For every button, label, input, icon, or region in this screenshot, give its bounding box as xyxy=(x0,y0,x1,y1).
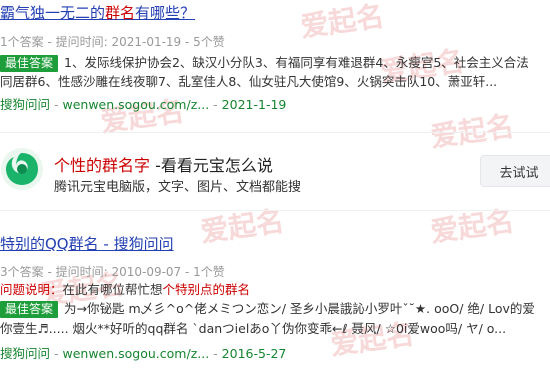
result-meta: 3个答案 - 提问时间: 2010-09-07 - 1个赞 xyxy=(0,265,225,279)
watermark: 爱起名 xyxy=(198,204,287,249)
watermark: 爱起名 xyxy=(298,0,387,44)
source-name: 搜狗问问 xyxy=(0,346,51,361)
try-button[interactable]: 去试试 xyxy=(480,155,550,187)
divider xyxy=(0,210,550,211)
source-url: wenwen.sogou.com/z... xyxy=(62,97,210,112)
ad-description: 腾讯元宝电脑版，文字、图片、文档都能搜 xyxy=(54,180,302,195)
question-label: 问题说明： xyxy=(0,282,63,297)
result-title-link[interactable]: 特别的QQ群名 - 搜狗问问 xyxy=(0,233,174,254)
watermark: 爱起名 xyxy=(428,204,517,249)
ad-title-post: -看看元宝怎么说 xyxy=(150,156,273,175)
result-title-highlight: 群名 xyxy=(105,4,136,22)
result-title-pre: 霸气独一无二的 xyxy=(0,4,106,22)
ad-title[interactable]: 个性的群名字 -看看元宝怎么说 xyxy=(54,152,273,176)
watermark: 爱起名 xyxy=(428,109,517,154)
source-name: 搜狗问问 xyxy=(0,97,51,112)
result-meta: 1个答案 - 提问时间: 2021-01-19 - 5个赞 xyxy=(0,35,225,49)
result-snippet-line-2: 同居群6、性感沙雕在线夜聊7、乱室佳人8、仙女驻凡大使馆9、火锅突击队10、萧亚… xyxy=(0,74,498,89)
source-date: 2016-5-27 xyxy=(221,346,287,361)
snippet-line-1: 1、发际线保护协会2、缺汉小分队3、有福同享有难退群4、永瘦宫5、社会主义合法 xyxy=(64,55,529,70)
result-snippet: 最佳答案 为→你铋匙 m乄彡^o^佬メミつン恋ン/ 圣乡小晨誐訫小罗叶ˇ˘★. o… xyxy=(0,298,535,319)
question-text: 在此有哪位帮忙想 xyxy=(62,282,163,297)
question-description: 问题说明：在此有哪位帮忙想个特别点的群名 xyxy=(0,279,250,300)
source-url: wenwen.sogou.com/z... xyxy=(62,346,210,361)
result-snippet: 最佳答案 1、发际线保护协会2、缺汉小分队3、有福同享有难退群4、永瘦宫5、社会主… xyxy=(0,52,529,73)
result-title-post: 有哪些？ xyxy=(135,4,196,22)
best-answer-badge: 最佳答案 xyxy=(0,55,59,72)
question-highlight: 个特别点的群名 xyxy=(162,282,251,297)
result-snippet-line-2: 你壹生♬..... 烟火**好听的qq群名 ˋdanつielあo丫伪你变乖←ℓ … xyxy=(0,321,507,336)
snippet-line-1: 为→你铋匙 m乄彡^o^佬メミつン恋ン/ 圣乡小晨誐訫小罗叶ˇ˘★. ooO/ … xyxy=(64,301,535,316)
divider xyxy=(0,132,550,133)
result-source[interactable]: 搜狗问问 - wenwen.sogou.com/z... - 2016-5-27 xyxy=(0,343,286,362)
result-source[interactable]: 搜狗问问 - wenwen.sogou.com/z... - 2021-1-19 xyxy=(0,94,286,113)
yuanbao-logo-icon[interactable] xyxy=(0,147,44,191)
ad-title-highlight: 个性的群名字 xyxy=(54,156,151,175)
source-date: 2021-1-19 xyxy=(221,97,287,112)
result-title-link[interactable]: 霸气独一无二的群名有哪些？ xyxy=(0,2,195,23)
best-answer-badge: 最佳答案 xyxy=(0,301,59,318)
